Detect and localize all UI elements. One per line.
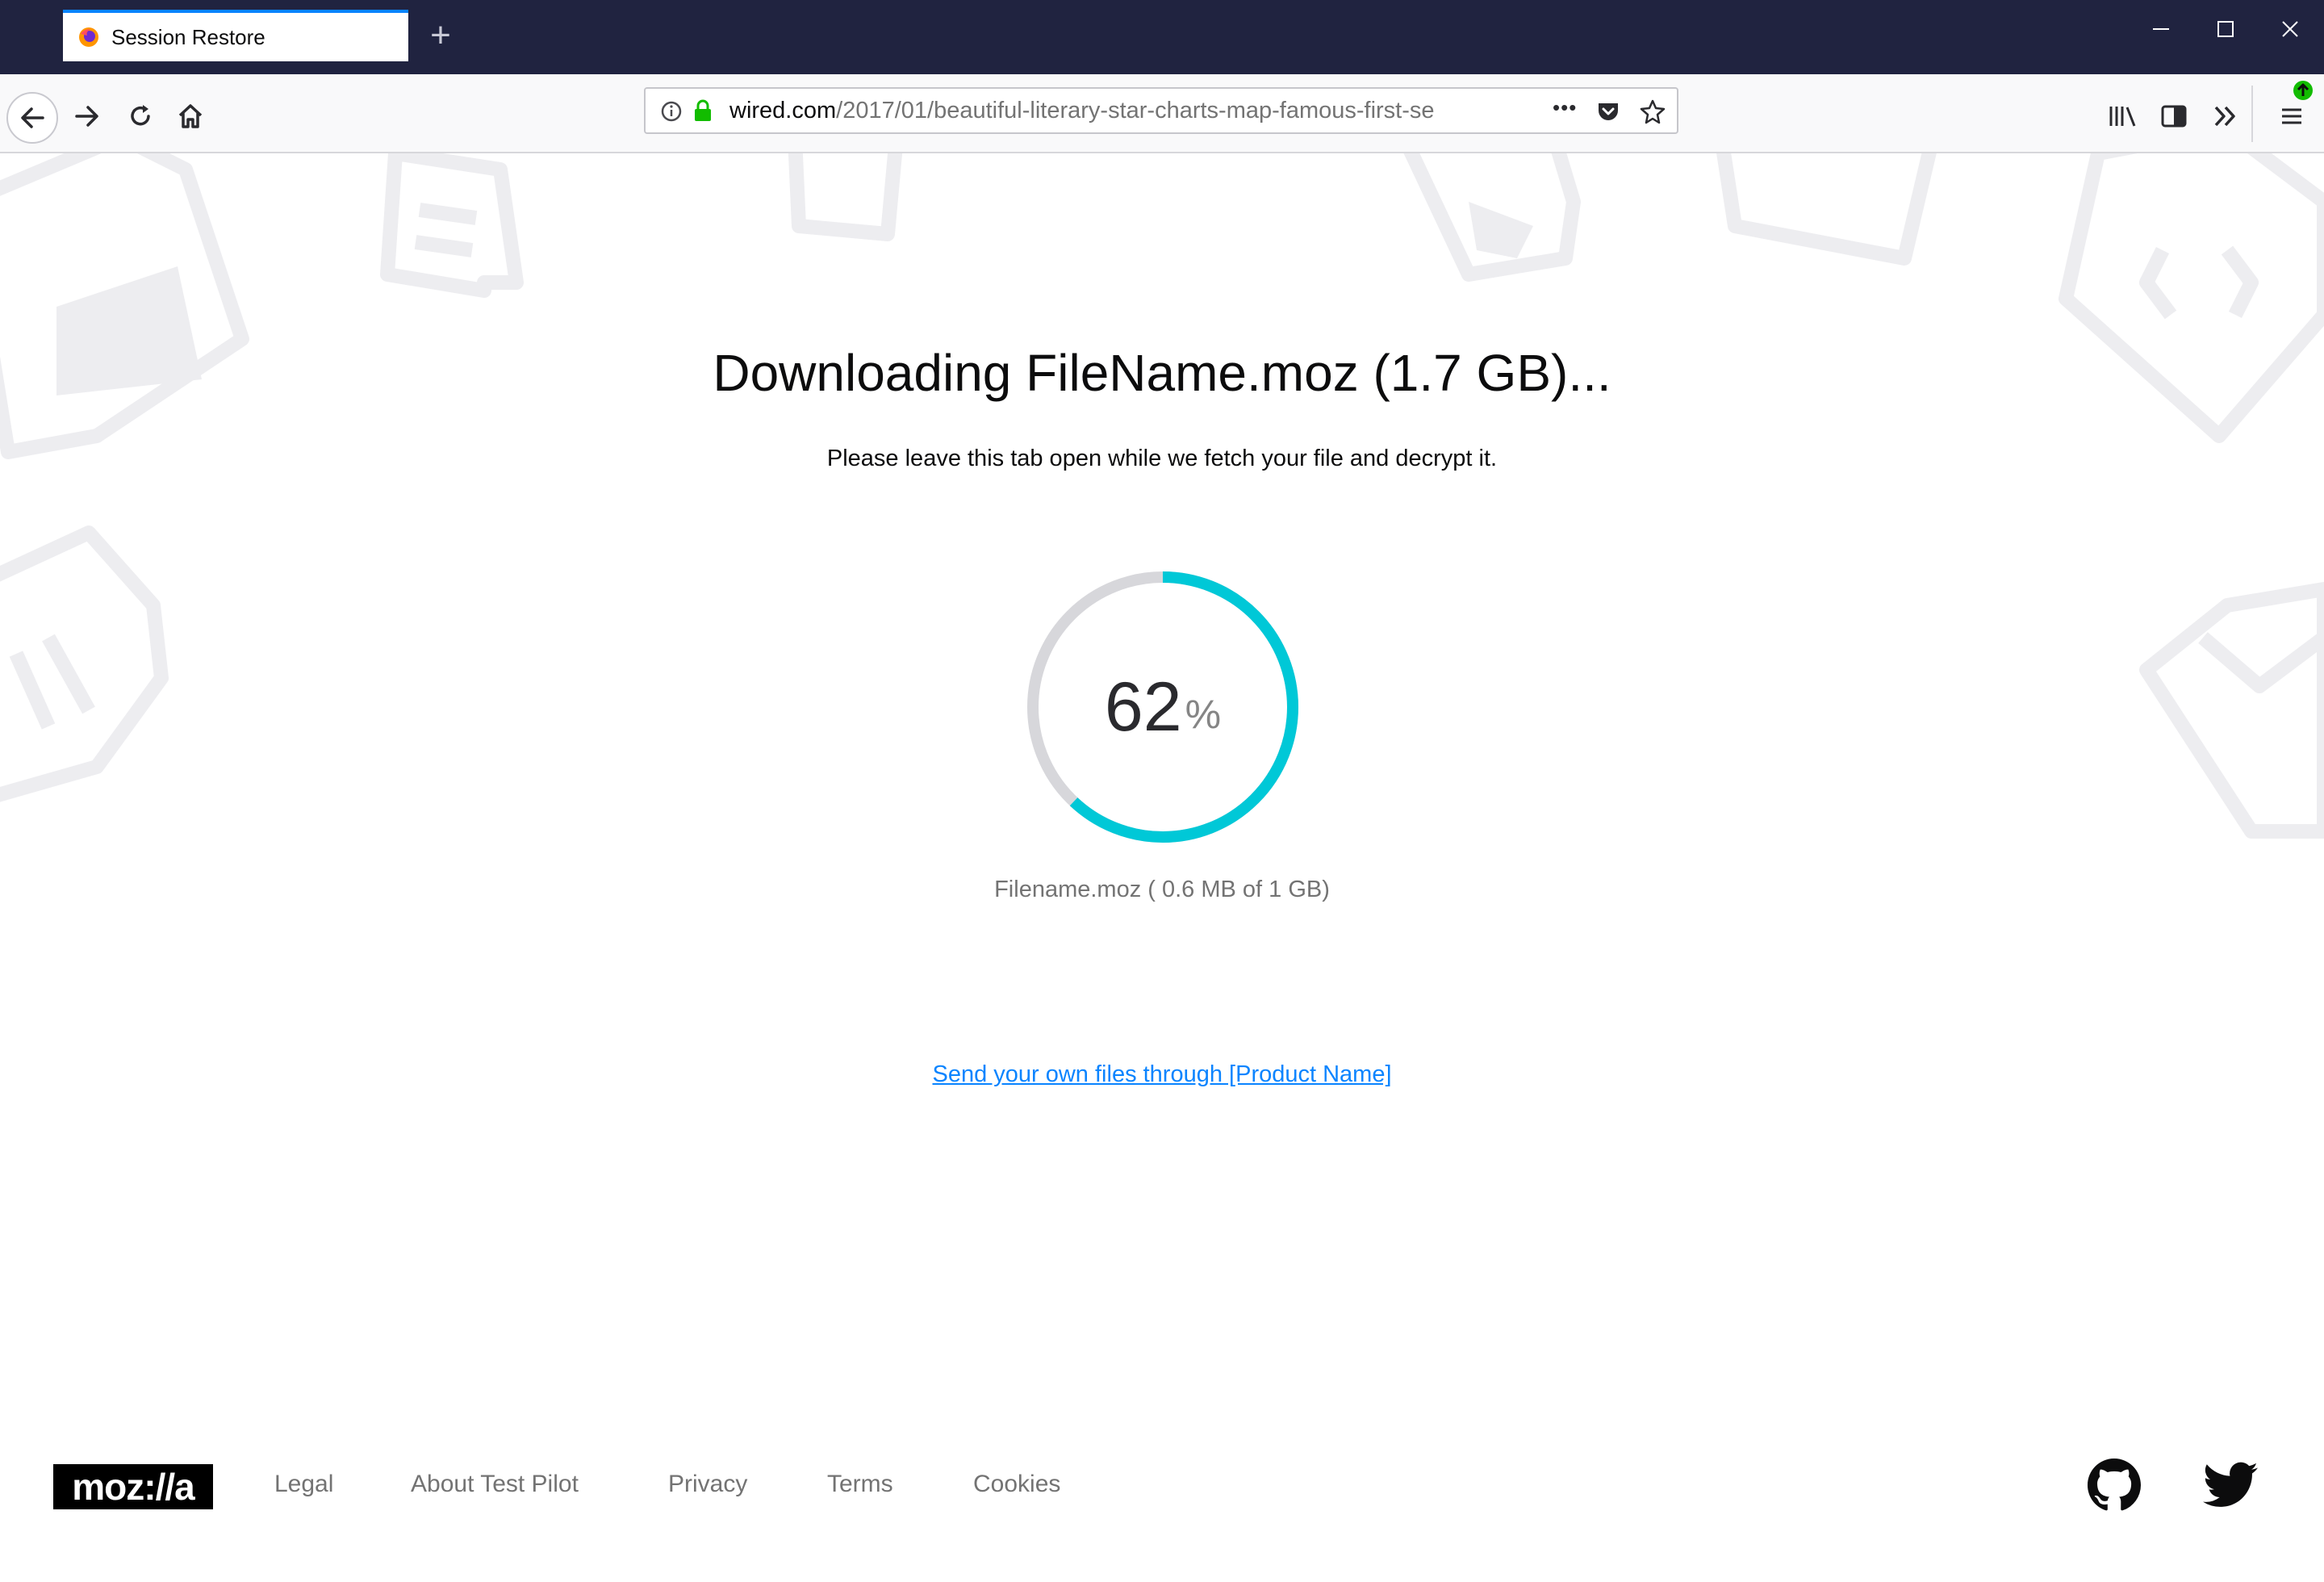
browser-titlebar: Session Restore +: [0, 0, 2324, 74]
sidebar-button[interactable]: [2151, 94, 2197, 139]
back-button[interactable]: [6, 92, 58, 144]
github-icon: [2088, 1459, 2141, 1511]
reload-button[interactable]: [118, 94, 163, 139]
url-path: /2017/01/beautiful-literary-star-charts-…: [836, 98, 1435, 123]
new-tab-button[interactable]: +: [421, 15, 460, 56]
close-icon: [2282, 21, 2298, 37]
url-text[interactable]: wired.com/2017/01/beautiful-literary-sta…: [729, 89, 1536, 132]
overflow-button[interactable]: [2203, 94, 2248, 139]
arrow-right-icon: [75, 106, 98, 127]
footer: moz://a Legal About Test Pilot Privacy T…: [0, 1437, 2324, 1558]
home-icon: [178, 104, 203, 128]
tab-title: Session Restore: [111, 24, 265, 49]
chevron-double-right-icon: [2214, 106, 2235, 127]
forward-button[interactable]: [65, 94, 110, 139]
progress-ring: 62 %: [1025, 569, 1301, 845]
minimize-button[interactable]: [2137, 11, 2185, 47]
download-subline: Please leave this tab open while we fetc…: [826, 446, 1498, 471]
home-button[interactable]: [168, 94, 213, 139]
hamburger-menu-icon: [2282, 108, 2301, 124]
footer-link-privacy[interactable]: Privacy: [668, 1471, 747, 1498]
arrow-left-icon: [21, 107, 44, 128]
reload-icon: [131, 105, 150, 126]
maximize-button[interactable]: [2201, 11, 2250, 47]
minimize-icon: [2153, 28, 2169, 30]
url-host: wired.com: [729, 98, 837, 123]
lock-icon: [695, 99, 711, 121]
twitter-link[interactable]: [2201, 1456, 2259, 1514]
close-window-button[interactable]: [2266, 11, 2314, 47]
twitter-icon: [2203, 1462, 2258, 1507]
download-headline: Downloading FileName.moz (1.7 GB)...: [713, 344, 1611, 402]
library-icon: [2109, 107, 2136, 127]
toolbar-divider: [2251, 86, 2253, 142]
progress-label: 62 %: [1025, 569, 1301, 845]
tab-session-restore[interactable]: Session Restore: [63, 10, 408, 61]
footer-link-legal[interactable]: Legal: [274, 1471, 333, 1498]
github-link[interactable]: [2085, 1456, 2143, 1514]
firefox-icon: [79, 27, 98, 47]
address-bar[interactable]: wired.com/2017/01/beautiful-literary-sta…: [644, 87, 1678, 134]
browser-navbar: wired.com/2017/01/beautiful-literary-sta…: [0, 74, 2324, 153]
info-icon[interactable]: [660, 100, 683, 123]
update-available-icon: [2293, 81, 2313, 100]
page-content: Downloading FileName.moz (1.7 GB)... Ple…: [0, 153, 2324, 1582]
send-files-link[interactable]: Send your own files through [Product Nam…: [0, 1061, 2324, 1088]
page-actions-more-icon[interactable]: •••: [1553, 95, 1577, 120]
progress-percent-sign: %: [1185, 692, 1222, 737]
progress-percent-value: 62: [1104, 668, 1182, 746]
maximize-icon: [2217, 21, 2234, 37]
file-progress-text: Filename.moz ( 0.6 MB of 1 GB): [994, 877, 1330, 902]
mozilla-logo[interactable]: moz://a: [53, 1464, 213, 1509]
footer-link-about-test-pilot[interactable]: About Test Pilot: [411, 1471, 579, 1498]
bookmark-star-icon[interactable]: [1640, 98, 1666, 124]
pocket-icon[interactable]: [1596, 99, 1620, 123]
library-button[interactable]: [2100, 94, 2145, 139]
footer-link-cookies[interactable]: Cookies: [973, 1471, 1060, 1498]
sidebar-icon: [2161, 105, 2187, 128]
footer-link-terms[interactable]: Terms: [827, 1471, 893, 1498]
